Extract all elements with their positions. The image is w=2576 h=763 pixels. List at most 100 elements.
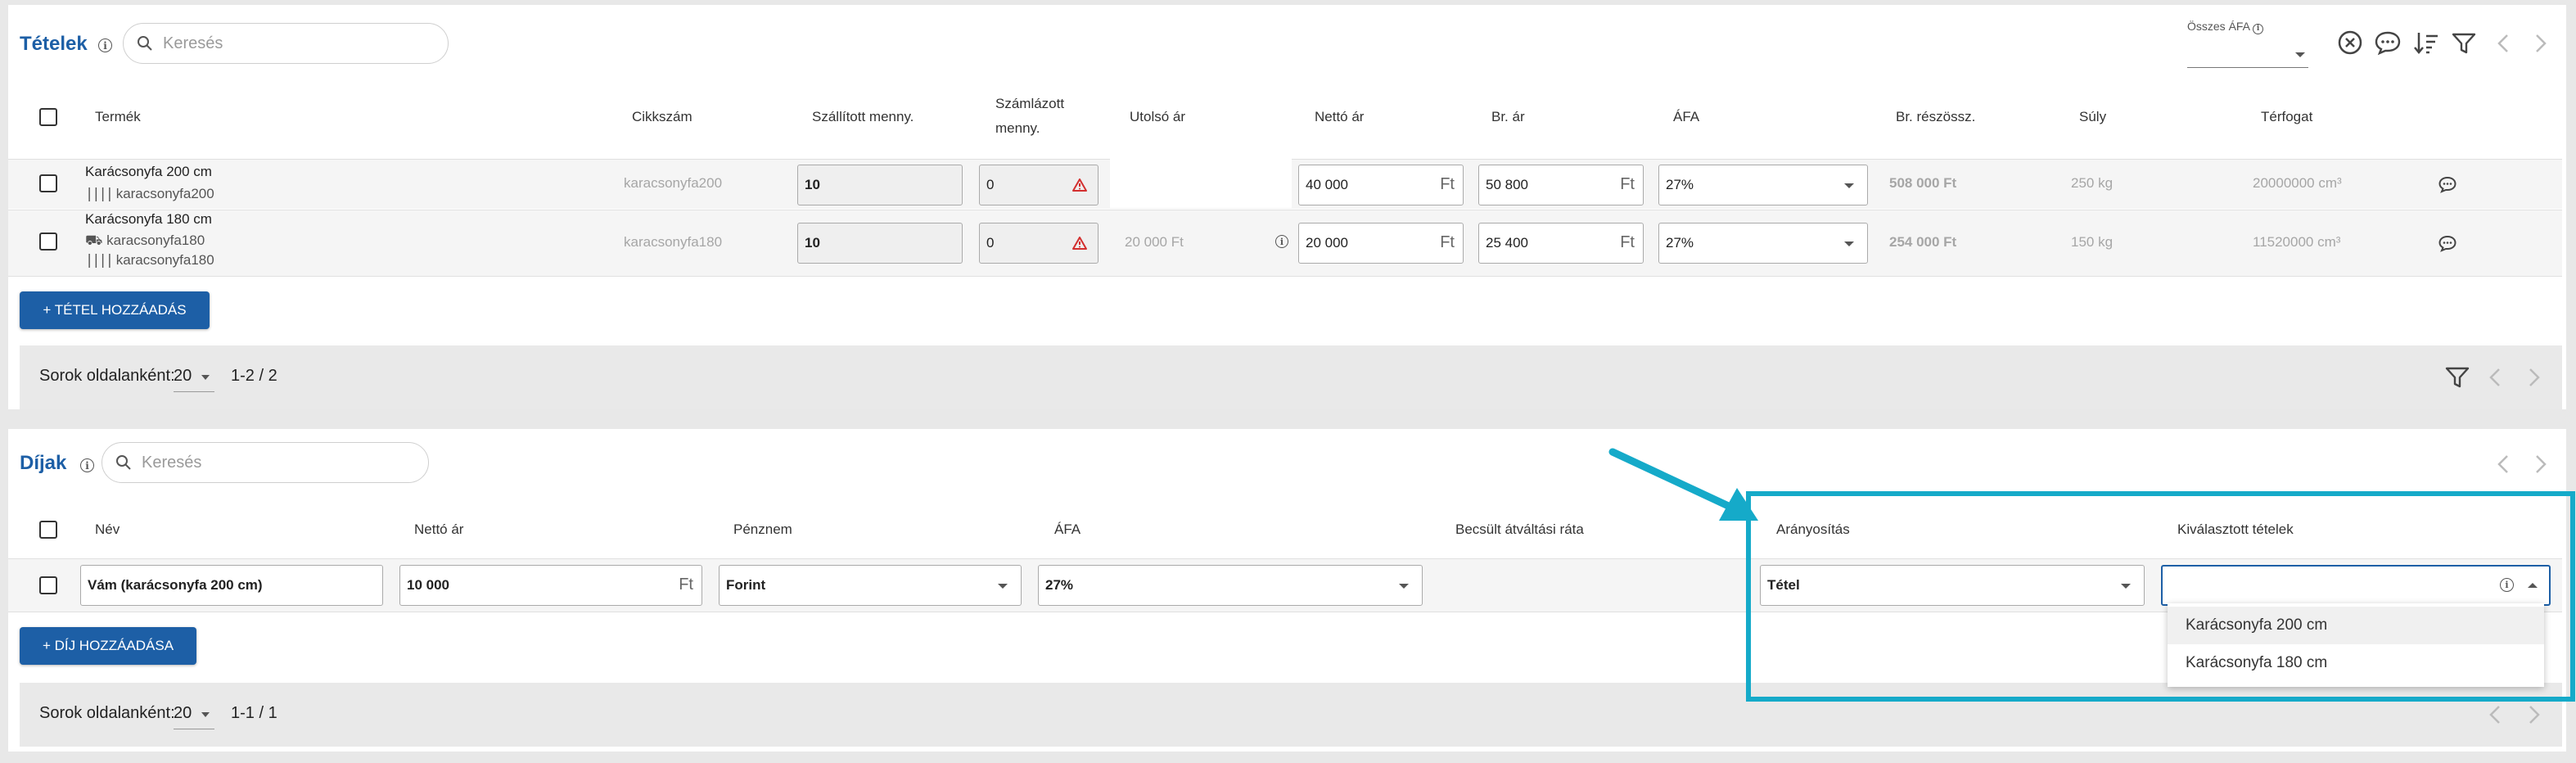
col-last-price: Utolsó ár	[1130, 109, 1186, 124]
currency-select[interactable]: Forint	[719, 565, 1022, 606]
col-selected-items: Kiválasztott tételek	[2177, 521, 2294, 537]
col-invoiced: Számlázott menny.	[995, 96, 1065, 136]
rows-per-page-select[interactable]: 20	[174, 367, 214, 392]
gross-subtotal: 254 000 Ft	[1889, 234, 1957, 250]
fee-name-input[interactable]: Vám (karácsonyfa 200 cm)	[80, 565, 383, 606]
select-all-checkbox[interactable]	[39, 521, 57, 539]
proportioning-select[interactable]: Tétel	[1760, 565, 2145, 606]
warning-icon	[1072, 237, 1087, 250]
net-price-input[interactable]: 40 000 Ft	[1298, 165, 1464, 205]
row-checkbox[interactable]	[39, 233, 57, 251]
items-search[interactable]	[123, 23, 449, 64]
fees-info-icon[interactable]: i	[80, 458, 94, 472]
comment-icon[interactable]	[2438, 234, 2457, 252]
items-search-input[interactable]	[161, 33, 410, 54]
rows-per-page-label: Sorok oldalanként:	[39, 704, 175, 722]
vat-select[interactable]: 27%	[1658, 223, 1868, 264]
prev-page-icon[interactable]	[2495, 454, 2511, 475]
fees-search-input[interactable]	[140, 452, 389, 473]
comment-icon[interactable]	[2438, 175, 2457, 193]
net-price-input[interactable]: 20 000 Ft	[1298, 223, 1464, 264]
fee-vat-select[interactable]: 27%	[1038, 565, 1423, 606]
gross-price-input[interactable]: 25 400 Ft	[1478, 223, 1644, 264]
last-price: 20 000 Ft	[1125, 234, 1184, 250]
col-proportioning: Arányosítás	[1776, 521, 1850, 537]
filter-icon[interactable]	[2444, 365, 2470, 390]
items-info-icon[interactable]: i	[98, 38, 112, 52]
sort-icon[interactable]	[2412, 29, 2440, 56]
row-sku: karacsonyfa180	[624, 234, 723, 250]
items-pagination: Sorok oldalanként: 20 1-2 / 2	[20, 345, 2562, 409]
fees-search[interactable]	[102, 442, 429, 483]
invoiced-qty-input[interactable]: 0	[979, 223, 1099, 264]
selected-items-dropdown: Karácsonyfa 200 cm Karácsonyfa 180 cm	[2168, 603, 2544, 687]
search-icon	[116, 455, 131, 470]
chevron-down-icon	[998, 584, 1008, 589]
barcode-icon: ||||	[85, 186, 114, 202]
chevron-down-icon	[1844, 242, 1854, 246]
row-checkbox[interactable]	[39, 174, 57, 192]
next-page-icon[interactable]	[2526, 367, 2542, 388]
next-page-icon[interactable]	[2533, 454, 2549, 475]
col-gross-price: Br. ár	[1491, 109, 1525, 124]
rows-per-page-select[interactable]: 20	[174, 704, 214, 729]
col-currency: Pénznem	[733, 521, 792, 537]
next-page-icon[interactable]	[2526, 704, 2542, 725]
barcode-icon: ||||	[85, 252, 114, 269]
fees-title: Díjak	[20, 452, 67, 474]
col-product: Termék	[95, 109, 141, 124]
product-barcode: |||| karacsonyfa200	[85, 186, 214, 202]
total-vat-select[interactable]	[2187, 39, 2308, 68]
add-fee-button[interactable]: + DÍJ HOZZÁADÁSA	[20, 627, 196, 665]
col-delivered: Szállított menny.	[812, 109, 914, 124]
product-barcode: |||| karacsonyfa180	[85, 252, 214, 269]
dropdown-option[interactable]: Karácsonyfa 180 cm	[2168, 644, 2544, 682]
selected-items-select[interactable]: i	[2161, 565, 2551, 606]
prev-page-icon[interactable]	[2487, 367, 2503, 388]
prev-page-icon[interactable]	[2495, 33, 2511, 54]
weight: 150 kg	[2071, 234, 2114, 250]
chevron-down-icon	[2295, 52, 2305, 57]
product-supplier-code: ⛟ karacsonyfa180	[85, 233, 205, 248]
invoiced-qty-input[interactable]: 0	[979, 165, 1099, 205]
chevron-down-icon	[201, 375, 210, 380]
last-price-cell	[1110, 159, 1292, 208]
warning-icon	[1072, 178, 1087, 192]
comment-icon[interactable]	[2374, 29, 2402, 56]
total-vat-info-icon[interactable]: i	[2253, 23, 2264, 34]
chevron-down-icon	[1399, 584, 1409, 589]
fee-net-price-input[interactable]: 10 000 Ft	[399, 565, 702, 606]
col-name: Név	[95, 521, 120, 537]
delivered-qty-input[interactable]: 10	[797, 223, 963, 264]
volume: 11520000 cm³	[2253, 234, 2341, 250]
col-volume: Térfogat	[2261, 109, 2313, 124]
gross-subtotal: 508 000 Ft	[1889, 175, 1957, 191]
dropdown-option[interactable]: Karácsonyfa 200 cm	[2168, 607, 2544, 644]
next-page-icon[interactable]	[2533, 33, 2549, 54]
clear-icon[interactable]	[2337, 29, 2363, 56]
volume: 20000000 cm³	[2253, 175, 2342, 191]
col-gross-subtotal: Br. részössz.	[1896, 109, 1976, 124]
last-price-info-icon[interactable]: i	[1275, 235, 1288, 248]
vat-select[interactable]: 27%	[1658, 165, 1868, 205]
delivered-qty-input[interactable]: 10	[797, 165, 963, 205]
product-name: Karácsonyfa 200 cm	[85, 164, 212, 179]
row-checkbox[interactable]	[39, 576, 57, 594]
filter-icon[interactable]	[2451, 31, 2477, 56]
items-panel: Tételek i Összes ÁFA i Termék Cikkszám S…	[8, 5, 2566, 409]
page-range: 1-2 / 2	[231, 367, 277, 385]
col-weight: Súly	[2079, 109, 2107, 124]
add-item-button[interactable]: + TÉTEL HOZZÁADÁS	[20, 291, 210, 329]
row-sku: karacsonyfa200	[624, 175, 723, 191]
selected-items-info-icon[interactable]: i	[2500, 578, 2514, 592]
prev-page-icon[interactable]	[2487, 704, 2503, 725]
fees-pagination: Sorok oldalanként: 20 1-1 / 1	[20, 683, 2562, 747]
select-all-checkbox[interactable]	[39, 108, 57, 126]
chevron-down-icon	[1844, 183, 1854, 188]
col-net-price: Nettó ár	[1315, 109, 1365, 124]
col-net-price: Nettó ár	[414, 521, 464, 537]
weight: 250 kg	[2071, 175, 2114, 191]
search-icon	[138, 36, 152, 51]
gross-price-input[interactable]: 50 800 Ft	[1478, 165, 1644, 205]
col-vat: ÁFA	[1054, 521, 1081, 537]
